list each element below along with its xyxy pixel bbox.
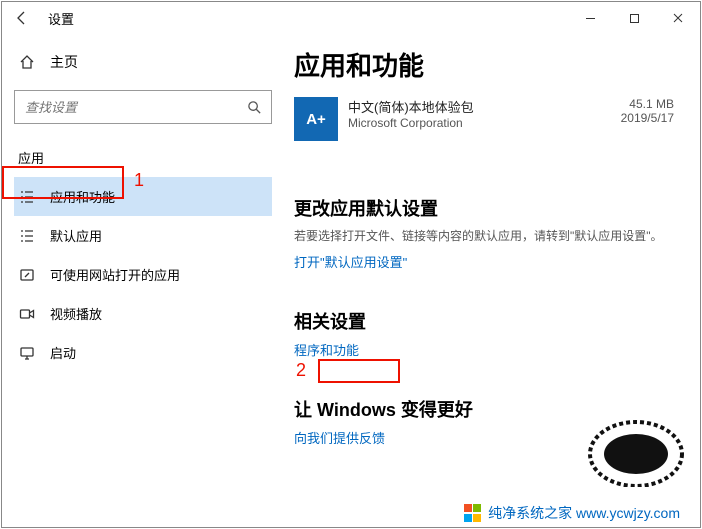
app-publisher: Microsoft Corporation <box>348 116 611 130</box>
feedback-link[interactable]: 向我们提供反馈 <box>294 428 385 447</box>
titlebar: 设置 <box>2 2 700 34</box>
sidebar-item-label: 可使用网站打开的应用 <box>50 265 180 284</box>
app-name: 中文(简体)本地体验包 <box>348 97 611 116</box>
sidebar-item-startup[interactable]: 启动 <box>14 333 272 372</box>
page-title: 应用和功能 <box>294 46 674 83</box>
window-controls <box>568 3 700 33</box>
app-item[interactable]: A+ 中文(简体)本地体验包 Microsoft Corporation 45.… <box>294 93 674 159</box>
link-icon <box>18 266 36 284</box>
section-better-title: 让 Windows 变得更好 <box>294 396 674 422</box>
maximize-button[interactable] <box>612 3 656 33</box>
defaults-icon <box>18 227 36 245</box>
section-change-defaults-desc: 若要选择打开文件、链接等内容的默认应用，请转到"默认应用设置"。 <box>294 227 674 246</box>
window-title: 设置 <box>48 9 74 28</box>
open-default-apps-link[interactable]: 打开"默认应用设置" <box>294 252 407 271</box>
sidebar-item-website-apps[interactable]: 可使用网站打开的应用 <box>14 255 272 294</box>
content-area: 应用和功能 A+ 中文(简体)本地体验包 Microsoft Corporati… <box>284 34 700 527</box>
search-box[interactable] <box>14 90 272 124</box>
sidebar: 主页 应用 应用和功能 默认应用 <box>2 34 284 527</box>
app-tile-icon: A+ <box>294 97 338 141</box>
sidebar-item-label: 应用和功能 <box>50 187 115 206</box>
back-button[interactable] <box>10 6 34 30</box>
home-link[interactable]: 主页 <box>14 44 272 80</box>
sidebar-item-apps-features[interactable]: 应用和功能 <box>14 177 272 216</box>
sidebar-item-video-playback[interactable]: 视频播放 <box>14 294 272 333</box>
settings-window: 设置 主页 应用 <box>1 1 701 528</box>
home-icon <box>18 53 36 71</box>
arrow-left-icon <box>13 9 31 27</box>
close-button[interactable] <box>656 3 700 33</box>
sidebar-item-label: 视频播放 <box>50 304 102 323</box>
sidebar-item-label: 默认应用 <box>50 226 102 245</box>
search-input[interactable] <box>25 100 245 115</box>
section-change-defaults-title: 更改应用默认设置 <box>294 195 674 221</box>
sidebar-item-label: 启动 <box>50 343 76 362</box>
search-icon <box>245 98 263 116</box>
home-label: 主页 <box>50 52 78 72</box>
app-size: 45.1 MB <box>621 97 674 111</box>
section-related-title: 相关设置 <box>294 308 674 334</box>
sidebar-item-default-apps[interactable]: 默认应用 <box>14 216 272 255</box>
startup-icon <box>18 344 36 362</box>
programs-and-features-link[interactable]: 程序和功能 <box>294 340 359 359</box>
app-date: 2019/5/17 <box>621 111 674 125</box>
sidebar-section-header: 应用 <box>14 142 272 177</box>
list-icon <box>18 188 36 206</box>
minimize-button[interactable] <box>568 3 612 33</box>
video-icon <box>18 305 36 323</box>
